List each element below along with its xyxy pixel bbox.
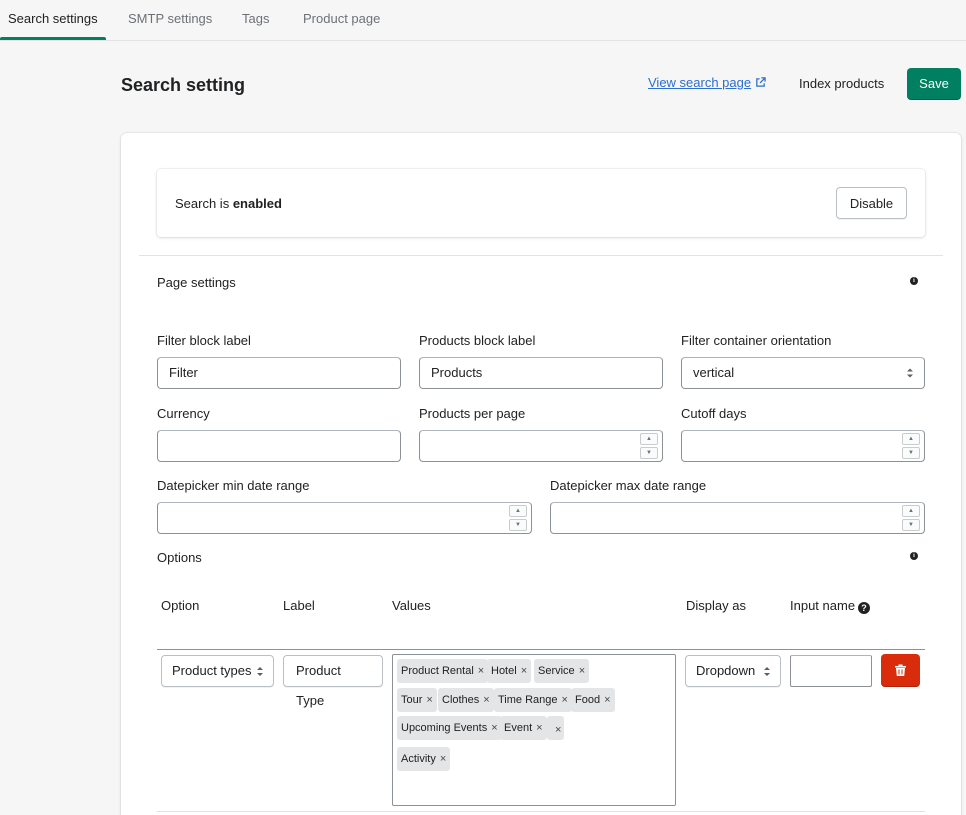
filter-block-label-label: Filter block label	[157, 333, 251, 348]
value-tag: Event ×	[500, 716, 547, 740]
remove-tag-icon[interactable]: ×	[536, 716, 542, 740]
value-tag: Food ×	[571, 688, 615, 712]
search-status-text: Search is enabled	[175, 196, 282, 211]
values-tag-input[interactable]: Product Rental × Hotel × Service × Tour × Cl…	[392, 654, 676, 806]
options-title: Options	[157, 550, 202, 565]
page-settings-title: Page settings	[157, 275, 236, 290]
select-arrows-icon	[764, 667, 770, 676]
value-tag: Product Rental ×	[397, 659, 489, 683]
value-tag: Hotel ×	[487, 659, 532, 683]
view-search-page-label: View search page	[648, 75, 752, 90]
column-header-values: Values	[392, 598, 431, 613]
value-tag: Upcoming Events ×	[397, 716, 502, 740]
column-header-option: Option	[161, 598, 200, 613]
increment-icon[interactable]: ▲	[640, 433, 658, 445]
value-tag: Activity ×	[397, 747, 451, 771]
tab-tags[interactable]: Tags	[234, 0, 277, 40]
products-block-label-label: Products block label	[419, 333, 536, 348]
decrement-icon[interactable]: ▼	[902, 519, 920, 531]
options-info-icon[interactable]: i	[910, 552, 918, 560]
remove-tag-icon[interactable]: ×	[604, 688, 610, 712]
external-link-icon	[756, 77, 766, 87]
label-input[interactable]: Product Type	[283, 655, 383, 708]
display-as-select[interactable]: Dropdown	[685, 655, 781, 687]
cutoff-days-input[interactable]: ▲ ▼	[681, 430, 925, 462]
cutoff-days-label: Cutoff days	[681, 406, 747, 421]
value-tag: ×	[547, 716, 564, 740]
decrement-icon[interactable]: ▼	[509, 519, 527, 531]
tab-search-settings[interactable]: Search settings	[0, 0, 106, 40]
view-search-page-link[interactable]: View search page	[648, 75, 766, 90]
datepicker-min-label: Datepicker min date range	[157, 478, 310, 493]
currency-label: Currency	[157, 406, 210, 421]
number-spinner: ▲ ▼	[902, 505, 920, 531]
products-block-label-input[interactable]: Products	[419, 357, 663, 389]
trash-icon	[895, 664, 906, 676]
remove-tag-icon[interactable]: ×	[483, 688, 489, 712]
tab-product-page[interactable]: Product page	[295, 0, 388, 40]
filter-orientation-label: Filter container orientation	[681, 333, 832, 348]
filter-block-label-input[interactable]: Filter	[157, 357, 401, 389]
page-title: Search setting	[121, 75, 246, 95]
select-arrows-icon	[257, 667, 263, 676]
remove-tag-icon[interactable]: ×	[562, 688, 568, 712]
remove-tag-icon[interactable]: ×	[555, 718, 561, 742]
disable-button[interactable]: Disable	[836, 187, 907, 219]
remove-tag-icon[interactable]: ×	[440, 747, 446, 771]
remove-tag-icon[interactable]: ×	[426, 688, 432, 712]
number-spinner: ▲ ▼	[509, 505, 527, 531]
save-button[interactable]: Save	[907, 68, 961, 100]
column-header-display-as: Display as	[686, 598, 746, 613]
datepicker-max-input[interactable]: ▲ ▼	[550, 502, 925, 534]
divider	[139, 255, 943, 256]
increment-icon[interactable]: ▲	[902, 433, 920, 445]
filter-orientation-select[interactable]: vertical	[681, 357, 925, 389]
currency-input[interactable]	[157, 430, 401, 462]
datepicker-min-input[interactable]: ▲ ▼	[157, 502, 532, 534]
select-arrows-icon	[907, 368, 913, 378]
tab-bar: Search settings SMTP settings Tags Produ…	[0, 0, 966, 41]
products-per-page-label: Products per page	[419, 406, 526, 421]
table-row-divider	[157, 811, 925, 812]
remove-tag-icon[interactable]: ×	[478, 659, 484, 683]
tab-smtp-settings[interactable]: SMTP settings	[120, 0, 220, 40]
table-header-divider	[157, 649, 925, 650]
value-tag: Tour ×	[397, 688, 437, 712]
remove-tag-icon[interactable]: ×	[579, 659, 585, 683]
input-name-field[interactable]	[790, 655, 872, 687]
column-header-label: Label	[283, 598, 315, 613]
filter-orientation-value: vertical	[693, 365, 735, 380]
increment-icon[interactable]: ▲	[902, 505, 920, 517]
index-products-button[interactable]: Index products	[790, 68, 893, 100]
search-status-state: enabled	[232, 196, 282, 211]
remove-tag-icon[interactable]: ×	[491, 716, 497, 740]
number-spinner: ▲ ▼	[902, 433, 920, 459]
value-tag: Time Range ×	[494, 688, 572, 712]
delete-option-button[interactable]	[881, 654, 920, 687]
option-select[interactable]: Product types	[161, 655, 274, 687]
increment-icon[interactable]: ▲	[509, 505, 527, 517]
page-settings-info-icon[interactable]: i	[910, 277, 918, 285]
datepicker-max-label: Datepicker max date range	[550, 478, 707, 493]
products-per-page-input[interactable]: ▲ ▼	[419, 430, 663, 462]
decrement-icon[interactable]: ▼	[902, 447, 920, 459]
number-spinner: ▲ ▼	[640, 433, 658, 459]
remove-tag-icon[interactable]: ×	[521, 659, 527, 683]
value-tag: Service ×	[534, 659, 590, 683]
value-tag: Clothes ×	[438, 688, 494, 712]
column-header-input-name: Input name?	[790, 598, 871, 614]
decrement-icon[interactable]: ▼	[640, 447, 658, 459]
help-icon[interactable]: ?	[858, 602, 871, 614]
